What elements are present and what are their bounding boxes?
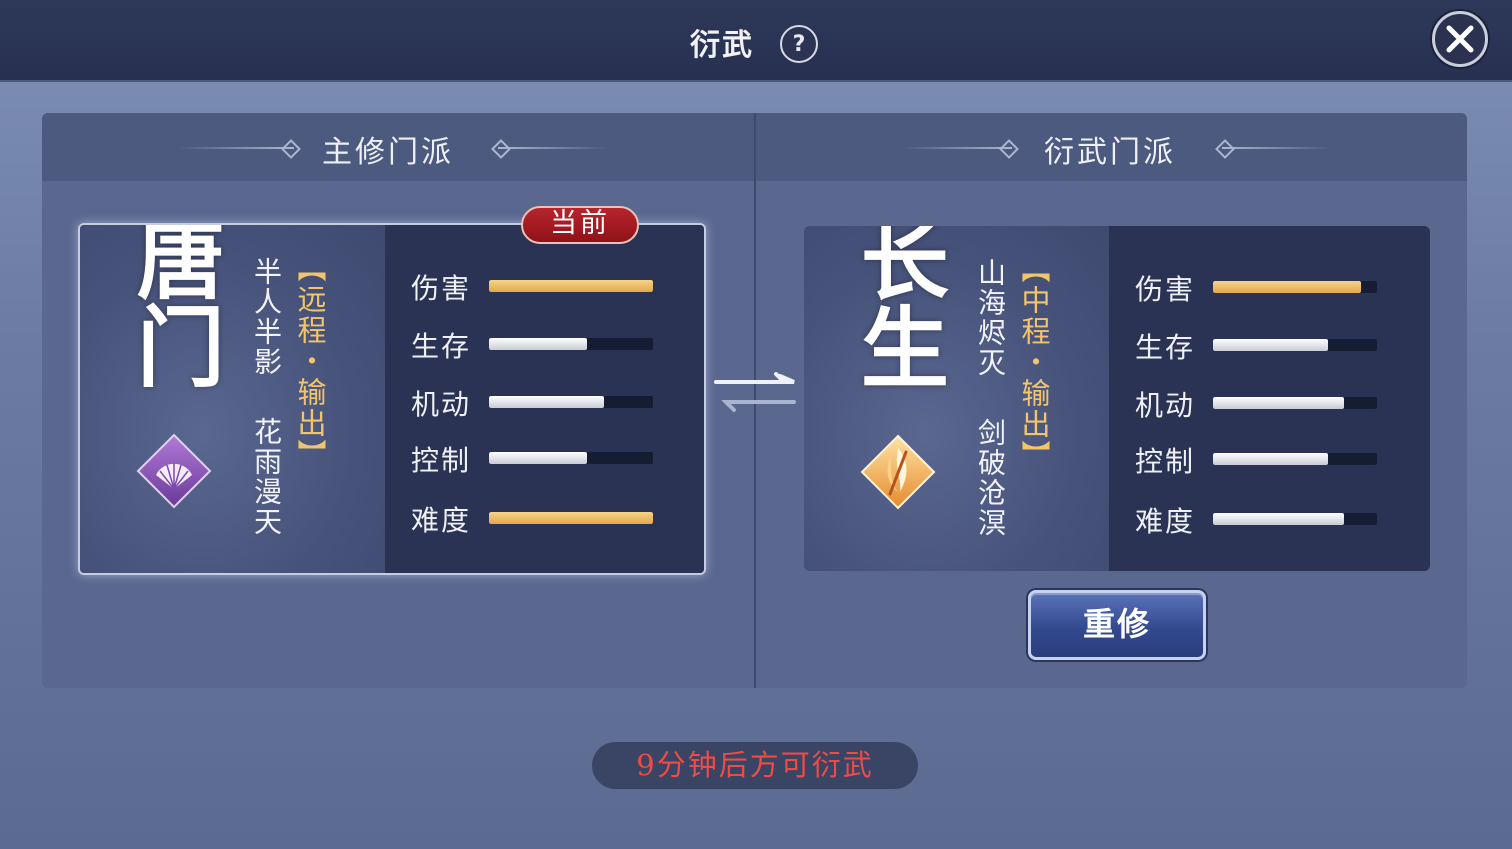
stat-label: 生存	[1135, 331, 1196, 364]
stat-bar	[489, 280, 653, 292]
stat-bar-fill	[489, 338, 588, 350]
stat-row: 难度	[1135, 500, 1425, 538]
header-ornament-right	[1222, 147, 1332, 149]
header-ornament-left	[178, 147, 294, 149]
stat-bar-fill	[489, 512, 653, 524]
stat-row: 控制	[1135, 440, 1425, 478]
stat-bar	[1213, 339, 1377, 351]
stat-row: 难度	[411, 499, 701, 537]
flame-sword-icon	[860, 434, 936, 510]
stat-row: 机动	[1135, 384, 1425, 422]
stat-row: 伤害	[1135, 268, 1425, 306]
fan-icon	[136, 433, 212, 509]
derived-school-header: 衍武门派	[1044, 135, 1176, 170]
skill-name: 山海烬灭	[974, 258, 1007, 378]
school-art: 长生 【中程・输出】 山海烬灭 剑破沧溟	[804, 226, 1109, 571]
stat-bar-fill	[1213, 339, 1328, 351]
stat-bar	[489, 396, 653, 408]
skill-name: 剑破沧溟	[974, 418, 1007, 538]
stat-label: 机动	[411, 388, 472, 421]
stat-bar	[489, 512, 653, 524]
close-icon	[1446, 25, 1474, 53]
stats-panel: 伤害生存机动控制难度	[385, 225, 704, 573]
target-school-card[interactable]: 长生 【中程・输出】 山海烬灭 剑破沧溟 伤害生存机动控制难度	[804, 226, 1430, 571]
stat-label: 控制	[1135, 445, 1196, 478]
stat-bar-fill	[1213, 513, 1345, 525]
stat-label: 生存	[411, 330, 472, 363]
skill-name: 花雨漫天	[250, 417, 283, 537]
school-name: 唐门	[122, 223, 227, 389]
stat-row: 机动	[411, 383, 701, 421]
stat-label: 伤害	[411, 272, 472, 305]
stat-bar-fill	[1213, 397, 1345, 409]
title-bar: 衍武 ?	[0, 0, 1512, 82]
stat-bar-fill	[1213, 281, 1361, 293]
stat-bar	[1213, 513, 1377, 525]
stats-panel: 伤害生存机动控制难度	[1109, 226, 1430, 571]
derived-school-header-bar: 衍武门派	[756, 113, 1467, 181]
stat-bar-fill	[489, 452, 588, 464]
relearn-button[interactable]: 重修	[1028, 590, 1206, 660]
stat-bar	[1213, 281, 1377, 293]
stat-row: 控制	[411, 439, 701, 477]
cooldown-notice: 9分钟后方可衍武	[592, 742, 918, 789]
stat-label: 控制	[411, 444, 472, 477]
main-school-header: 主修门派	[322, 135, 454, 170]
stat-row: 生存	[411, 325, 701, 363]
stat-bar-fill	[489, 280, 653, 292]
school-art: 唐门 【远程・输出】 半人半影 花雨漫天	[80, 225, 385, 573]
stat-bar	[489, 338, 653, 350]
stat-label: 伤害	[1135, 273, 1196, 306]
stat-bar	[1213, 397, 1377, 409]
stat-bar	[1213, 453, 1377, 465]
skill-name: 半人半影	[250, 257, 283, 377]
stat-label: 难度	[1135, 505, 1196, 538]
stat-bar-fill	[1213, 453, 1328, 465]
school-role: 【中程・输出】	[1017, 254, 1051, 471]
stat-row: 伤害	[411, 267, 701, 305]
page-title: 衍武	[690, 28, 754, 63]
help-button[interactable]: ?	[780, 25, 818, 63]
swap-arrows-icon	[714, 372, 796, 412]
main-school-header-bar: 主修门派	[42, 113, 754, 181]
school-name: 长生	[846, 226, 951, 390]
stat-label: 机动	[1135, 389, 1196, 422]
header-ornament-left	[902, 147, 1012, 149]
stat-bar	[489, 452, 653, 464]
close-button[interactable]	[1432, 11, 1488, 67]
header-ornament-right	[498, 147, 608, 149]
current-badge: 当前	[521, 206, 639, 244]
school-role: 【远程・输出】	[293, 253, 327, 470]
stat-label: 难度	[411, 504, 472, 537]
stat-bar-fill	[489, 396, 604, 408]
current-school-card[interactable]: 唐门 【远程・输出】 半人半影 花雨漫天 伤害生存机动控制难度	[78, 223, 706, 575]
stat-row: 生存	[1135, 326, 1425, 364]
